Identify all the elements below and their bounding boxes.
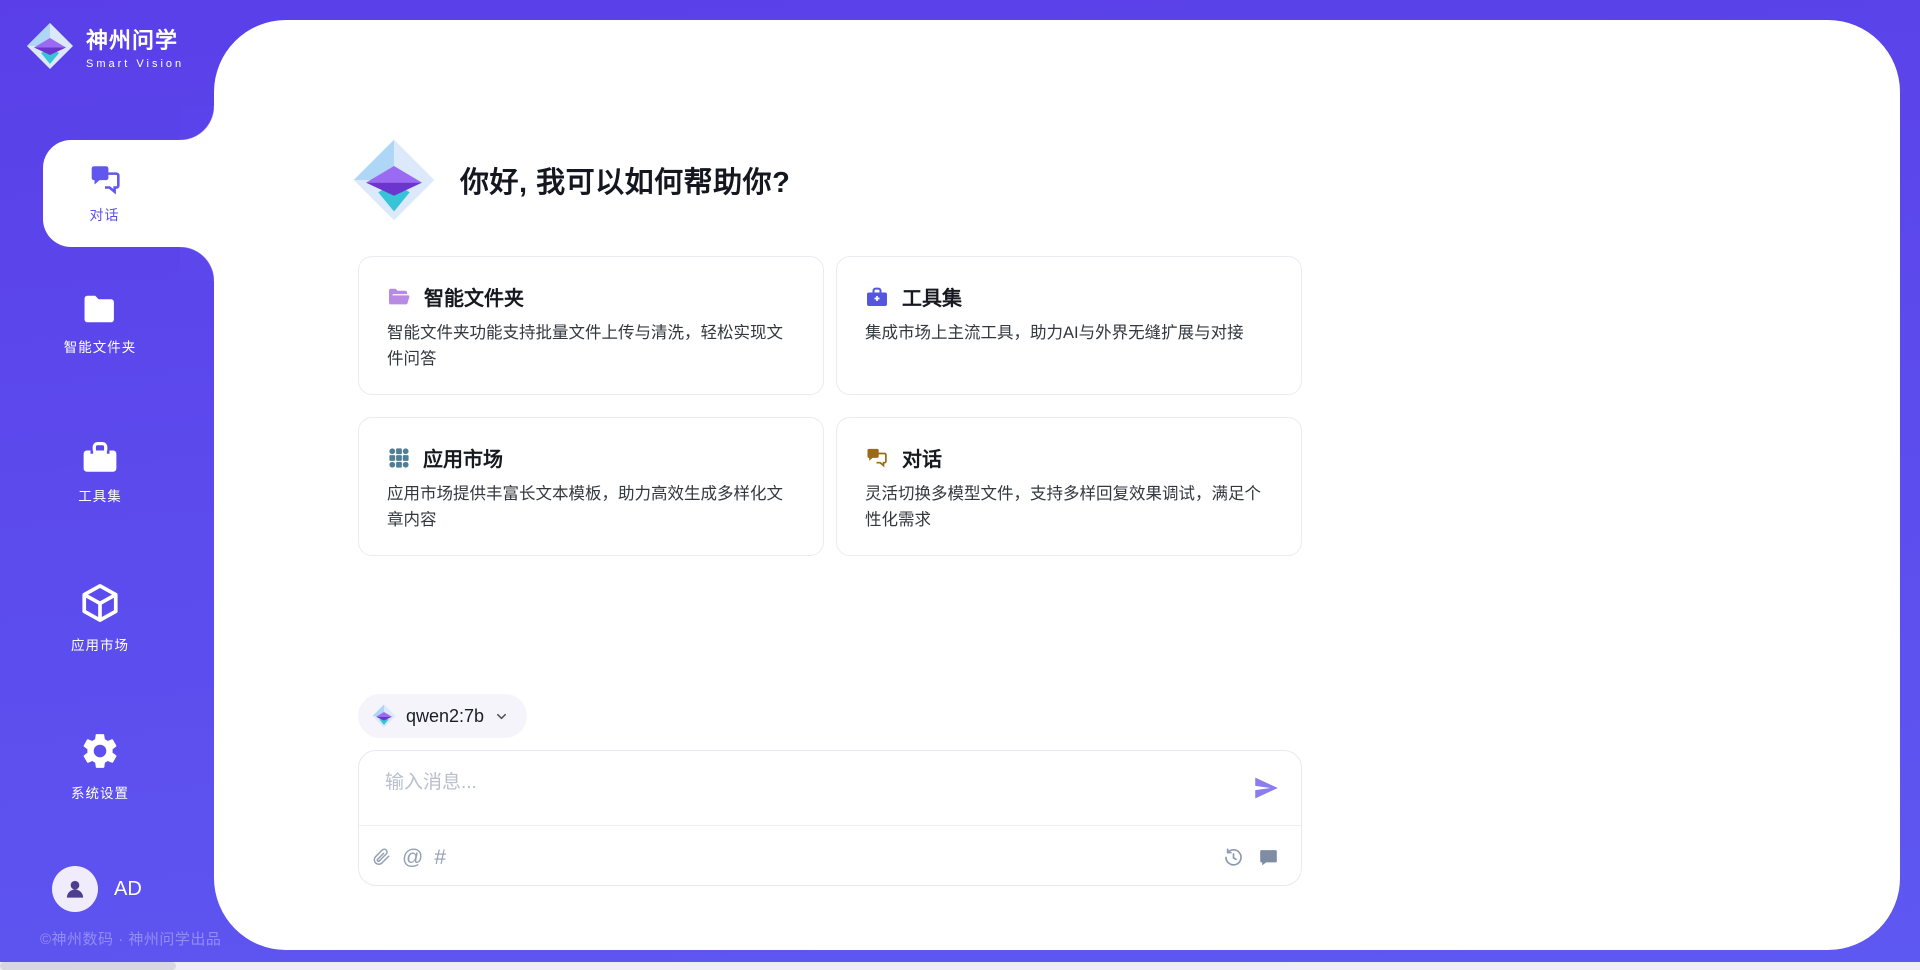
sidebar: 神州问学 Smart Vision 对话 智能文件夹 工具集 应用市场	[0, 0, 214, 970]
toolbox-icon	[80, 439, 120, 475]
sidebar-item-chat[interactable]: 对话	[43, 140, 214, 247]
send-icon[interactable]	[1251, 773, 1281, 803]
brand-logo-icon	[26, 22, 74, 70]
sessions-chat-icon[interactable]	[1258, 847, 1279, 868]
gear-icon	[79, 730, 121, 772]
model-selector[interactable]: qwen2:7b	[358, 694, 527, 738]
user-profile[interactable]: AD	[52, 866, 142, 912]
brand-name: 神州问学	[86, 23, 184, 55]
copyright-text: ©神州数码 · 神州问学出品	[40, 928, 221, 949]
scrollbar-thumb[interactable]	[0, 962, 176, 970]
chat-icon	[865, 447, 889, 469]
brand-subtitle: Smart Vision	[86, 58, 184, 70]
person-icon	[62, 876, 88, 902]
sidebar-item-label: 系统设置	[71, 782, 129, 802]
card-title: 智能文件夹	[424, 282, 524, 311]
card-title: 对话	[902, 443, 942, 472]
sidebar-item-label: 对话	[90, 205, 120, 225]
greeting: 你好, 我可以如何帮助你?	[352, 138, 790, 222]
message-composer: @ #	[358, 750, 1302, 886]
grid-icon	[387, 446, 410, 469]
cube-icon	[79, 582, 121, 624]
folder-icon	[80, 292, 120, 326]
history-icon[interactable]	[1223, 847, 1244, 868]
card-smart-folder[interactable]: 智能文件夹 智能文件夹功能支持批量文件上传与清洗，轻松实现文件问答	[358, 256, 824, 395]
brand: 神州问学 Smart Vision	[26, 22, 184, 70]
chevron-down-icon	[494, 709, 509, 724]
model-name: qwen2:7b	[406, 706, 484, 727]
card-app-market[interactable]: 应用市场 应用市场提供丰富长文本模板，助力高效生成多样化文章内容	[358, 417, 824, 556]
card-description: 灵活切换多模型文件，支持多样回复效果调试，满足个性化需求	[865, 482, 1261, 533]
model-logo-icon	[372, 704, 396, 728]
sidebar-item-label: 工具集	[78, 485, 122, 505]
card-toolset[interactable]: 工具集 集成市场上主流工具，助力AI与外界无缝扩展与对接	[836, 256, 1302, 395]
card-chat[interactable]: 对话 灵活切换多模型文件，支持多样回复效果调试，满足个性化需求	[836, 417, 1302, 556]
avatar	[52, 866, 98, 912]
sidebar-item-toolset[interactable]: 工具集	[0, 436, 200, 508]
briefcase-icon	[865, 286, 889, 308]
user-initials: AD	[114, 878, 142, 901]
card-description: 智能文件夹功能支持批量文件上传与清洗，轻松实现文件问答	[387, 321, 783, 372]
sidebar-item-label: 智能文件夹	[64, 336, 137, 356]
card-title: 应用市场	[423, 443, 503, 472]
card-description: 应用市场提供丰富长文本模板，助力高效生成多样化文章内容	[387, 482, 783, 533]
card-description: 集成市场上主流工具，助力AI与外界无缝扩展与对接	[865, 321, 1261, 347]
chat-icon	[87, 162, 123, 196]
composer-divider	[359, 825, 1301, 826]
assistant-logo-icon	[352, 138, 436, 222]
card-title: 工具集	[902, 282, 962, 311]
sidebar-item-settings[interactable]: 系统设置	[0, 730, 200, 802]
horizontal-scrollbar[interactable]	[0, 962, 1920, 970]
folder-open-icon	[387, 286, 411, 308]
composer-tools-right	[1223, 837, 1279, 877]
sidebar-item-smart-folder[interactable]: 智能文件夹	[0, 288, 200, 360]
attach-file-icon[interactable]	[371, 846, 391, 868]
composer-tools-left: @ #	[371, 837, 446, 877]
topic-hash-icon[interactable]: #	[434, 847, 446, 868]
feature-cards: 智能文件夹 智能文件夹功能支持批量文件上传与清洗，轻松实现文件问答 工具集 集成…	[358, 256, 1302, 556]
message-input[interactable]	[385, 767, 1231, 819]
greeting-text: 你好, 我可以如何帮助你?	[460, 159, 790, 201]
mention-icon[interactable]: @	[402, 847, 423, 868]
sidebar-item-label: 应用市场	[71, 634, 129, 654]
sidebar-item-app-market[interactable]: 应用市场	[0, 582, 200, 654]
